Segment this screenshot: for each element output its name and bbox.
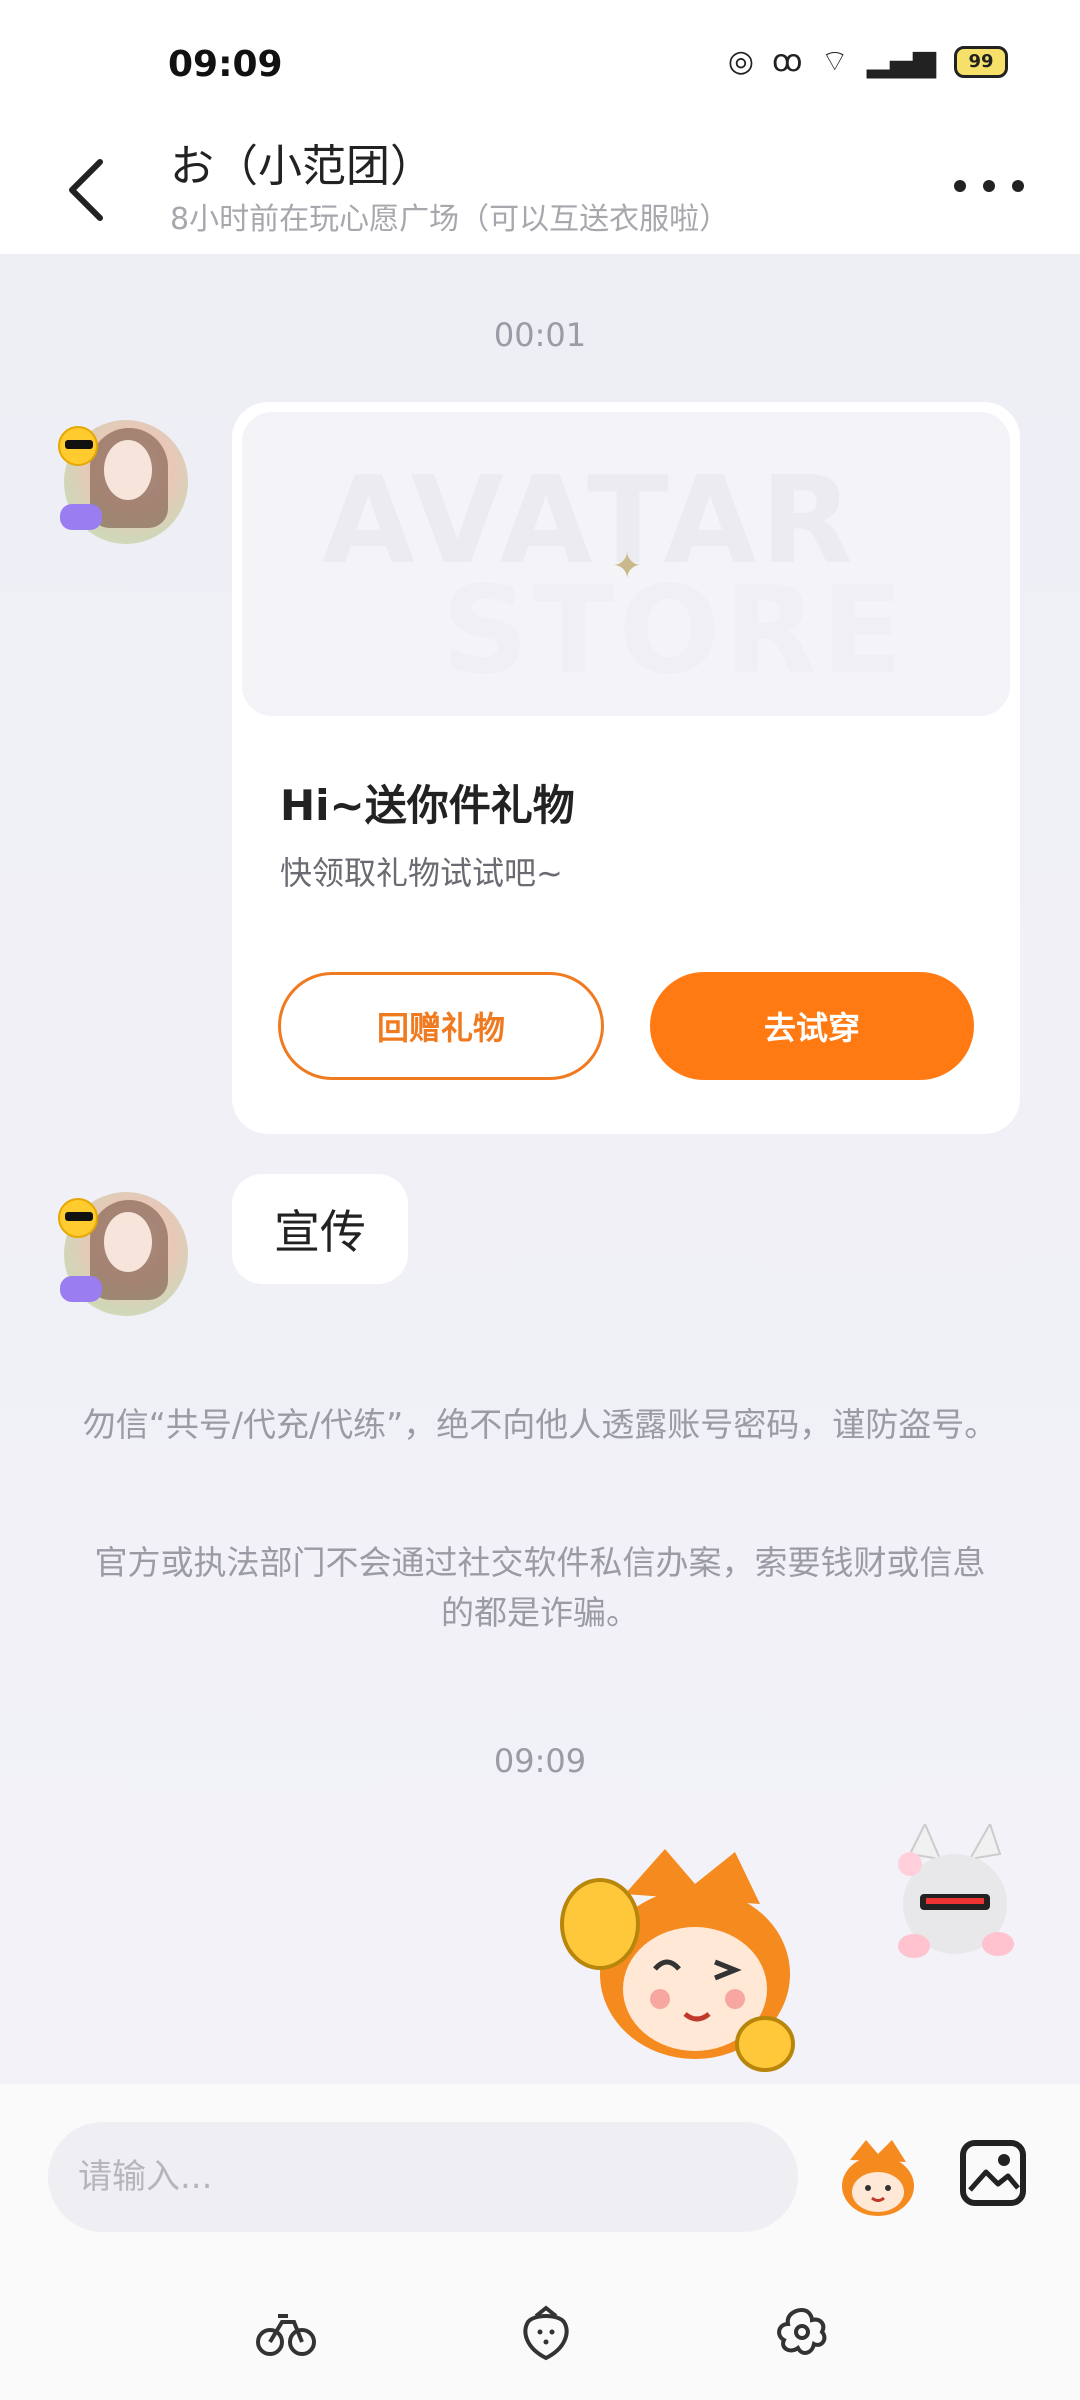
app-notification-icon: ◎: [727, 44, 755, 79]
mascot-thumbs-up-sticker[interactable]: [555, 1844, 805, 2074]
sparkle-icon: ✦: [612, 546, 643, 587]
gift-description: 快领取礼物试试吧~: [280, 854, 563, 892]
security-notice: 勿信“共号/代充/代练”，绝不向他人透露账号密码，谨防盗号。: [82, 1405, 998, 1444]
gift-title: Hi~送你件礼物: [280, 781, 575, 830]
gift-card[interactable]: AVATAR STORE ✦ Hi~送你件礼物 快领取礼物试试吧~ 回赠礼物 去…: [232, 402, 1020, 1134]
strawberry-icon[interactable]: [516, 2302, 576, 2362]
status-icons: ◎ ꝏ ⌔ ▂▄▆ 99: [728, 46, 1008, 78]
return-gift-button[interactable]: 回赠礼物: [278, 972, 604, 1080]
gift-banner: AVATAR STORE ✦: [242, 412, 1010, 716]
status-time: 09:09: [168, 44, 283, 85]
contact-avatar[interactable]: [58, 420, 188, 544]
bicycle-icon[interactable]: [256, 2302, 316, 2362]
sunglasses-emoji-icon: [58, 426, 98, 466]
gamepad-icon: [60, 1276, 102, 1302]
try-on-button[interactable]: 去试穿: [650, 972, 974, 1080]
input-bar: [0, 2084, 1080, 2400]
image-picker-icon[interactable]: [958, 2138, 1028, 2208]
more-options-icon[interactable]: [954, 166, 1024, 206]
chat-subtitle: 8小时前在玩心愿广场（可以互送衣服啦）: [170, 202, 730, 237]
gamepad-icon: [60, 504, 102, 530]
back-arrow-icon[interactable]: [60, 152, 116, 228]
timestamp: 09:09: [493, 1742, 587, 1780]
fraud-notice: 官方或执法部门不会通过社交软件私信办案，索要钱财或信息的都是诈骗。: [94, 1543, 986, 1632]
message-input[interactable]: [48, 2122, 798, 2232]
signal-icon: ▂▄▆: [866, 44, 936, 79]
app-notification-icon-2: ꝏ: [772, 44, 803, 79]
chat-header: お（小范团） 8小时前在玩心愿广场（可以互送衣服啦）: [0, 130, 1080, 254]
battery-icon: 99: [954, 46, 1008, 78]
sunglasses-emoji-icon: [58, 1198, 98, 1238]
banner-text-store: STORE: [442, 562, 907, 701]
self-avatar[interactable]: [880, 1824, 1030, 1974]
wifi-icon: ⌔: [820, 44, 849, 79]
flower-icon[interactable]: [772, 2302, 832, 2362]
chat-title[interactable]: お（小范团）: [170, 130, 434, 194]
status-bar: 09:09 ◎ ꝏ ⌔ ▂▄▆ 99: [0, 0, 1080, 130]
emoji-sticker-icon[interactable]: [836, 2136, 920, 2220]
contact-avatar[interactable]: [58, 1192, 188, 1316]
timestamp: 00:01: [493, 316, 587, 354]
text-message-bubble[interactable]: 宣传: [232, 1174, 408, 1284]
chat-area[interactable]: 00:01 AVATAR STORE ✦ Hi~送你件礼物 快领取礼物试试吧~ …: [0, 254, 1080, 2324]
